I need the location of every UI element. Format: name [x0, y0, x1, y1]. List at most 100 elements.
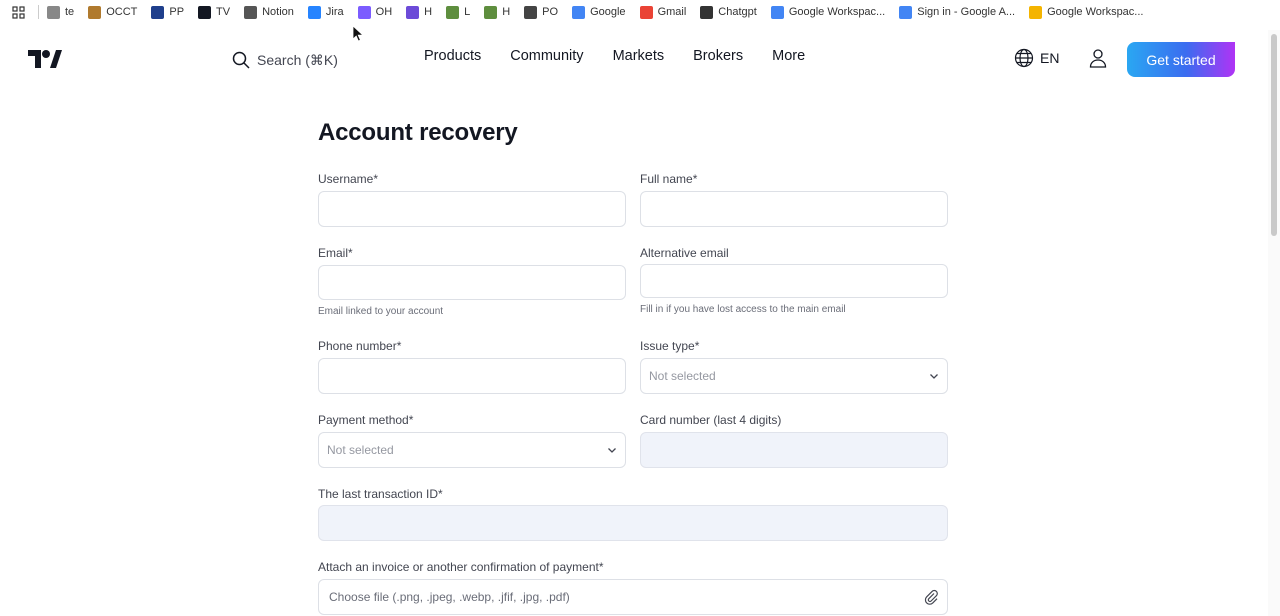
bookmark-item[interactable]: Google Workspac... — [1029, 5, 1144, 19]
payment-method-label: Payment method* — [318, 413, 414, 427]
bookmark-item[interactable]: te — [47, 5, 75, 19]
paperclip-icon — [924, 589, 938, 605]
email-hint: Email linked to your account — [318, 306, 444, 317]
tradingview-logo-icon[interactable] — [28, 48, 62, 70]
page-scrollbar[interactable] — [1268, 30, 1280, 616]
email-input[interactable] — [318, 265, 626, 300]
bookmark-item[interactable]: Google — [572, 5, 626, 19]
username-input[interactable] — [318, 191, 626, 227]
bookmark-label: PO — [542, 6, 559, 18]
bookmark-item[interactable]: Sign in - Google A... — [899, 5, 1016, 19]
bookmark-label: OH — [375, 6, 393, 18]
apps-grid-icon[interactable] — [0, 0, 36, 24]
language-button[interactable]: EN — [1014, 48, 1059, 68]
card-number-label: Card number (last 4 digits) — [640, 413, 782, 427]
google-icon — [770, 5, 784, 19]
bookmark-item[interactable]: TV — [198, 5, 231, 19]
scrollbar-thumb[interactable] — [1271, 34, 1277, 236]
attach-label: Attach an invoice or another confirmatio… — [318, 560, 604, 574]
bookmark-item[interactable]: OH — [357, 5, 393, 19]
file-upload-placeholder: Choose file (.png, .jpeg, .webp, .jfif, … — [329, 590, 570, 604]
bookmark-label: Notion — [262, 6, 294, 18]
globe-icon — [524, 5, 538, 19]
bookmark-item[interactable]: H — [406, 5, 433, 19]
mouse-cursor-icon — [352, 25, 364, 42]
fullname-input[interactable] — [640, 191, 948, 227]
bookmark-item[interactable]: PP — [151, 5, 185, 19]
bookmark-label: L — [464, 6, 471, 18]
tradingview-icon — [198, 5, 212, 19]
card-number-input[interactable] — [640, 432, 948, 468]
box-icon — [88, 5, 102, 19]
bookmark-label: TV — [216, 6, 231, 18]
s-icon — [406, 5, 420, 19]
gmail-icon — [639, 5, 653, 19]
bookmark-label: Google Workspac... — [788, 6, 886, 18]
bookmark-label: H — [502, 6, 511, 18]
fullname-label: Full name* — [640, 172, 698, 186]
issue-type-value: Not selected — [649, 369, 716, 383]
chevron-down-icon — [930, 374, 938, 379]
file-upload-input[interactable]: Choose file (.png, .jpeg, .webp, .jfif, … — [318, 579, 948, 615]
alt-email-input[interactable] — [640, 264, 948, 298]
search-button[interactable]: Search (⌘K) — [224, 42, 402, 78]
bookmark-item[interactable]: Jira — [307, 5, 344, 19]
google-icon — [899, 5, 913, 19]
issue-type-select[interactable]: Not selected — [640, 358, 948, 394]
bookmark-label: OCCT — [106, 6, 138, 18]
user-icon[interactable] — [1088, 48, 1108, 68]
home-icon — [244, 5, 258, 19]
jira-icon — [307, 5, 321, 19]
bookmark-label: Sign in - Google A... — [917, 6, 1016, 18]
google-icon — [572, 5, 586, 19]
bookmark-label: te — [65, 6, 75, 18]
bookmark-label: Google Workspac... — [1047, 6, 1144, 18]
site-header: Search (⌘K) Products Community Markets B… — [0, 30, 1268, 90]
transaction-id-input[interactable] — [318, 505, 948, 541]
bookmark-item[interactable]: Google Workspac... — [770, 5, 886, 19]
page-title: Account recovery — [318, 119, 518, 146]
search-label: Search (⌘K) — [257, 51, 338, 68]
payment-method-value: Not selected — [327, 443, 394, 457]
bookmark-label: PP — [169, 6, 185, 18]
nav-products[interactable]: Products — [424, 48, 481, 64]
phone-label: Phone number* — [318, 339, 402, 353]
shopify-icon — [484, 5, 498, 19]
alt-email-label: Alternative email — [640, 246, 729, 260]
nav-community[interactable]: Community — [510, 48, 583, 64]
bookmark-item[interactable]: Gmail — [639, 5, 686, 19]
payment-method-select[interactable]: Not selected — [318, 432, 626, 468]
bookmark-label: Jira — [325, 6, 344, 18]
search-icon — [232, 51, 250, 69]
bookmarks-bar: te OCCT PP TV Notion Jira OH H L H PO Google Gmail Ch… — [0, 0, 1280, 24]
bookmark-item[interactable]: OCCT — [88, 5, 138, 19]
bookmark-item[interactable]: Chatgpt — [700, 5, 757, 19]
nav-markets[interactable]: Markets — [613, 48, 665, 64]
phone-input[interactable] — [318, 358, 626, 394]
nav-brokers[interactable]: Brokers — [693, 48, 743, 64]
bookmark-item[interactable]: PO — [524, 5, 559, 19]
pencil-icon — [47, 5, 60, 19]
bookmark-label: H — [424, 6, 433, 18]
language-label: EN — [1040, 50, 1060, 66]
alt-email-hint: Fill in if you have lost access to the m… — [640, 304, 846, 315]
bookmark-item[interactable]: L — [446, 5, 471, 19]
get-started-button[interactable]: Get started — [1127, 42, 1235, 77]
bookmark-item[interactable]: H — [484, 5, 511, 19]
bookmarks-divider — [38, 5, 39, 19]
main-nav: Products Community Markets Brokers More — [424, 48, 834, 64]
openai-icon — [700, 5, 714, 19]
slides-icon — [1029, 5, 1043, 19]
email-label: Email* — [318, 246, 353, 260]
username-label: Username* — [318, 172, 379, 186]
nav-more[interactable]: More — [772, 48, 805, 64]
globe-icon — [1014, 48, 1034, 68]
bookmark-item[interactable]: Notion — [244, 5, 294, 19]
issue-type-label: Issue type* — [640, 339, 700, 353]
shopify-icon — [446, 5, 460, 19]
chevron-down-icon — [608, 448, 616, 453]
circle-icon — [357, 5, 371, 19]
bookmark-label: Chatgpt — [718, 6, 757, 18]
transaction-id-label: The last transaction ID* — [318, 487, 443, 501]
bookmark-label: Google — [590, 6, 626, 18]
